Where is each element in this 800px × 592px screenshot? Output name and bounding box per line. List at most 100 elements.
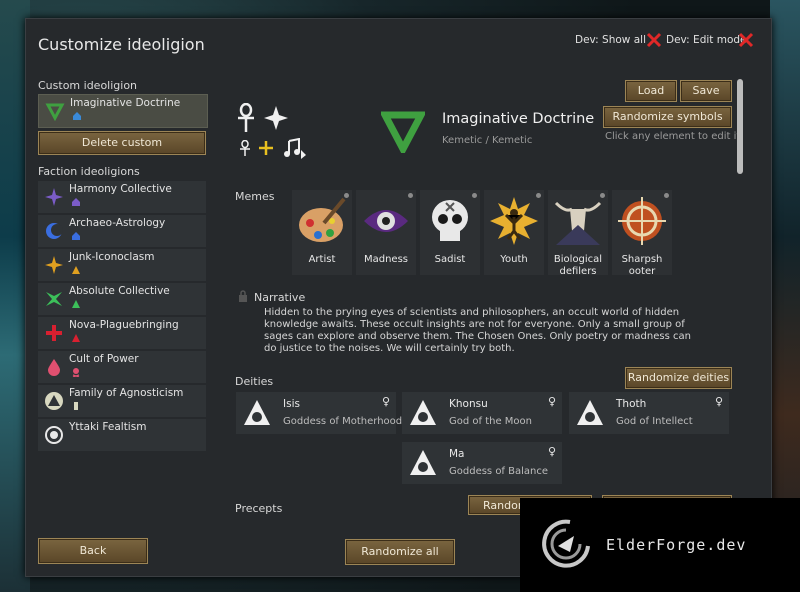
deity-name: Thoth [616,398,647,410]
narrative-label: Narrative [254,291,306,304]
deity-description: Goddess of Motherhood [283,416,403,427]
crosshair-icon [618,197,666,245]
meme-artist[interactable]: Artist [292,190,352,275]
music-note-icon[interactable] [283,138,307,160]
palette-icon [299,197,346,242]
sidebar-item-label: Harmony Collective [69,183,172,195]
sidebar-item-absolute-collective[interactable]: Absolute Collective [38,283,206,315]
deity-description: God of Intellect [616,416,693,427]
tent-icon [72,266,80,274]
crescent-moon-icon [46,223,63,239]
meme-madness[interactable]: Madness [356,190,416,275]
precepts-label: Precepts [235,502,283,515]
sidebar-item-family-of-agnosticism[interactable]: Family of Agnosticism [38,385,206,417]
ideo-triangle-icon [45,103,65,121]
building-icon [72,232,80,240]
save-button[interactable]: Save [680,80,732,102]
dev-edit-mode-label[interactable]: Dev: Edit mode [666,34,747,46]
meme-youth[interactable]: Youth [484,190,544,275]
memes-label: Memes [235,190,275,203]
female-icon: ♀ [547,445,556,458]
female-icon: ♀ [714,395,723,408]
building-icon [73,112,81,120]
dev-show-all-label[interactable]: Dev: Show all [575,34,646,46]
star-burst-icon [45,188,63,206]
tent-icon [72,334,80,342]
deity-name: Isis [283,398,300,410]
female-icon: ♀ [547,395,556,408]
sidebar-item-junk-iconoclasm[interactable]: Junk-Iconoclasm [38,249,206,281]
close-icon[interactable] [737,31,755,49]
lock-icon[interactable] [238,290,248,302]
meme-label: Sharpsh ooter [621,254,663,277]
deity-description: Goddess of Balance [449,466,549,477]
sparkle-icon[interactable] [263,105,289,131]
deity-symbol-icon [410,450,436,475]
scrollbar[interactable] [737,79,743,174]
sidebar-item-harmony-collective[interactable]: Harmony Collective [38,181,206,213]
customize-ideoligion-dialog: Customize ideoligion Dev: Show all Dev: … [25,18,772,577]
load-button[interactable]: Load [625,80,677,102]
sidebar-item-cult-of-power[interactable]: Cult of Power [38,351,206,383]
sidebar-item-label: Cult of Power [69,353,139,365]
custom-ideoligion-label: Custom ideoligion [38,79,138,92]
close-icon[interactable] [645,31,663,49]
ankh-small-icon[interactable] [238,140,252,156]
watermark-logo [542,519,590,568]
ideoligion-name[interactable]: Imaginative Doctrine [442,111,594,127]
sidebar-item-archaeo-astrology[interactable]: Archaeo-Astrology [38,215,206,247]
cross-icon [46,325,62,341]
meme-label: Youth [500,254,528,265]
meme-label: Sadist [434,254,466,265]
sidebar-item-label: Junk-Iconoclasm [69,251,155,263]
edit-hint: Click any element to edit it [605,131,741,142]
randomize-all-button[interactable]: Randomize all [345,539,455,565]
ankh-icon[interactable] [232,103,260,133]
deity-card[interactable]: ♀ Ma Goddess of Balance [402,442,562,484]
meme-sadist[interactable]: Sadist [420,190,480,275]
female-icon: ♀ [381,395,390,408]
youth-icon [490,197,538,245]
tent-icon [72,300,80,308]
delete-custom-button[interactable]: Delete custom [38,131,206,155]
ideo-triangle-icon[interactable] [381,109,425,153]
plus-icon[interactable] [258,140,274,156]
meme-label: Biological defilers [553,254,603,277]
deity-name: Ma [449,448,465,460]
deity-card[interactable]: ♀ Khonsu God of the Moon [402,392,562,434]
skull-small-icon [72,368,80,377]
animal-skull-icon [554,201,602,245]
deity-symbol-icon [410,400,436,425]
narrative-text[interactable]: Hidden to the prying eyes of scientists … [264,307,704,355]
faction-ideoligions-label: Faction ideoligions [38,165,140,178]
meme-label: Artist [308,254,336,265]
sun-star-icon [45,256,63,274]
triangle-icon [45,392,63,410]
ideoligion-adjective[interactable]: Kemetic / Kemetic [442,135,532,146]
sidebar-item-label: Archaeo-Astrology [69,217,166,229]
deity-name: Khonsu [449,398,488,410]
sidebar-item-label: Nova-Plaguebringing [69,319,179,331]
deity-card[interactable]: ♀ Thoth God of Intellect [569,392,729,434]
watermark-overlay: ElderForge.dev [520,498,800,592]
dialog-title: Customize ideoligion [38,35,205,54]
randomize-symbols-button[interactable]: Randomize symbols [603,106,732,128]
back-button[interactable]: Back [38,538,148,564]
circle-dot-icon [45,426,63,444]
sidebar-item-label: Yttaki Fealtism [69,421,147,433]
randomize-deities-button[interactable]: Randomize deities [625,367,732,389]
sidebar-item-label: Imaginative Doctrine [70,97,181,109]
skull-icon [432,200,468,241]
building-icon [72,198,80,206]
sidebar-item-yttaki-fealtism[interactable]: Yttaki Fealtism [38,419,206,451]
deity-card[interactable]: ♀ Isis Goddess of Motherhood [236,392,402,434]
deity-symbol-icon [244,400,270,425]
sidebar-item-nova-plaguebringing[interactable]: Nova-Plaguebringing [38,317,206,349]
sidebar-item-custom[interactable]: Imaginative Doctrine [38,94,208,128]
sidebar-item-label: Family of Agnosticism [69,387,184,399]
watermark-text: ElderForge.dev [606,536,747,554]
eye-icon [364,210,408,232]
drop-icon [48,359,60,376]
meme-sharpshooter[interactable]: Sharpsh ooter [612,190,672,277]
meme-biological-defilers[interactable]: Biological defilers [548,190,608,277]
